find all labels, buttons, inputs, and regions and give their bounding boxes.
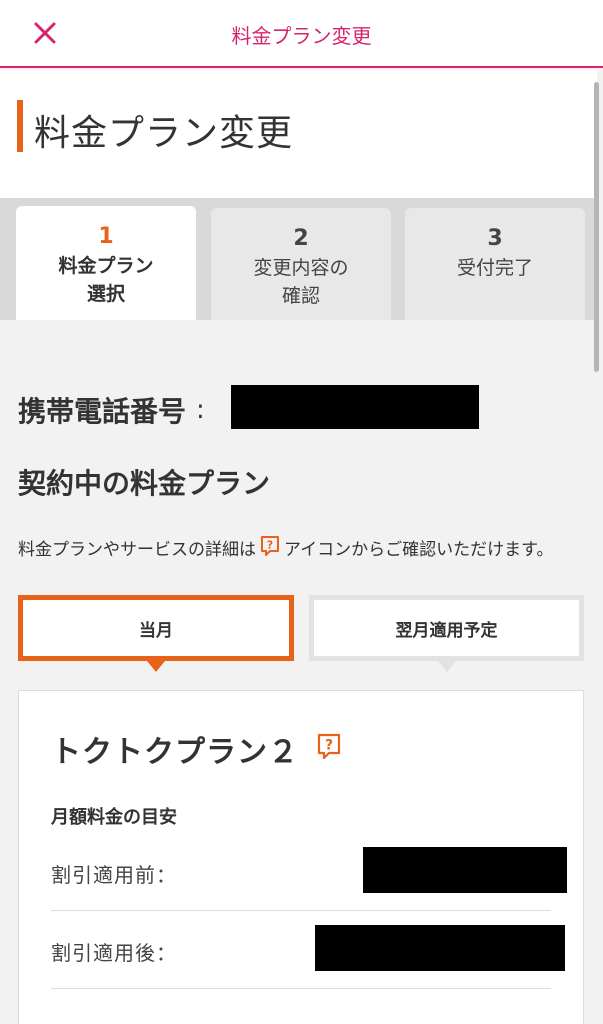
phone-number-label: 携帯電話番号 [18,395,187,428]
tab-pointer-current [147,661,165,672]
note-text-after: アイコンからご確認いただけます。 [284,540,554,560]
help-icon: ? [260,535,280,565]
page-title: 料金プラン変更 [34,113,294,154]
note-text-before: 料金プランやサービスの詳細は [18,540,256,560]
step-indicator: 1 料金プラン 選択 2 変更内容の 確認 3 受付完了 [0,198,597,320]
fee-value-redacted [363,847,567,893]
step-number: 2 [293,226,309,251]
phone-number-colon: : [196,395,205,425]
tab-next-month[interactable]: 翌月適用予定 [309,595,584,661]
tab-current-month[interactable]: 当月 [18,595,294,661]
main-content: 携帯電話番号 : 契約中の料金プラン 料金プランやサービスの詳細は? アイコンから… [0,320,597,1024]
fee-value-redacted [315,925,565,971]
fee-row-after-discount: 割引適用後： [51,919,565,989]
step-3: 3 受付完了 [405,208,585,320]
plan-card: トクトクプラン２ ? 月額料金の目安 割引適用前： 割引適用後： [18,690,584,1024]
step-number: 1 [98,224,114,249]
top-bar: 料金プラン変更 [0,0,603,68]
step-2: 2 変更内容の 確認 [211,208,391,320]
step-label: 受付完了 [456,257,533,279]
scrollbar[interactable] [594,82,599,372]
fee-row-before-discount: 割引適用前： [51,841,567,911]
current-plan-heading: 契約中の料金プラン [18,467,271,500]
plan-help-icon[interactable]: ? [317,733,341,765]
step-number: 3 [487,226,503,251]
svg-text:?: ? [325,738,333,754]
step-1: 1 料金プラン 選択 [16,206,196,320]
fee-label: 割引適用後： [51,941,177,965]
heading-accent-bar [17,100,23,152]
tab-pointer-next [438,661,456,672]
plan-info-note: 料金プランやサービスの詳細は? アイコンからご確認いただけます。 [18,535,578,565]
monthly-fee-heading: 月額料金の目安 [51,807,177,828]
plan-name-row: トクトクプラン２ ? [51,727,341,771]
phone-number-row: 携帯電話番号 : [18,390,205,430]
page-heading-section: 料金プラン変更 [0,70,597,198]
step-label: 料金プラン 選択 [58,255,154,305]
fee-label: 割引適用前： [51,863,177,887]
step-label: 変更内容の 確認 [253,257,349,307]
phone-number-redacted [231,385,479,429]
svg-text:?: ? [267,539,273,552]
plan-name: トクトクプラン２ [51,735,299,770]
header-title: 料金プラン変更 [231,24,372,48]
